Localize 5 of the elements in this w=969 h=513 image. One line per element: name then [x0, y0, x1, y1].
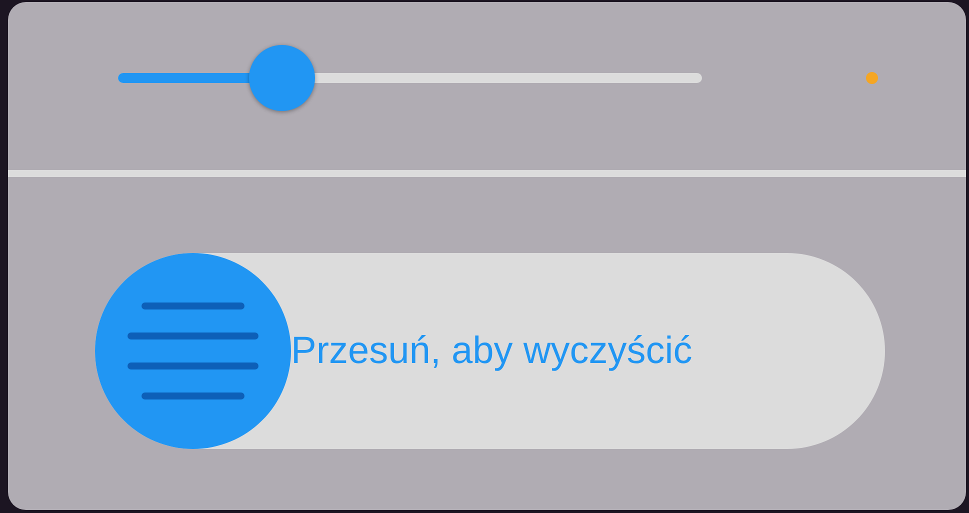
- menu-icon: [127, 302, 259, 400]
- swipe-label: Przesuń, aby wyczyścić: [291, 330, 692, 372]
- swipe-track[interactable]: Przesuń, aby wyczyścić: [95, 253, 885, 449]
- status-dot: [866, 72, 878, 84]
- slider-thumb[interactable]: [248, 45, 315, 111]
